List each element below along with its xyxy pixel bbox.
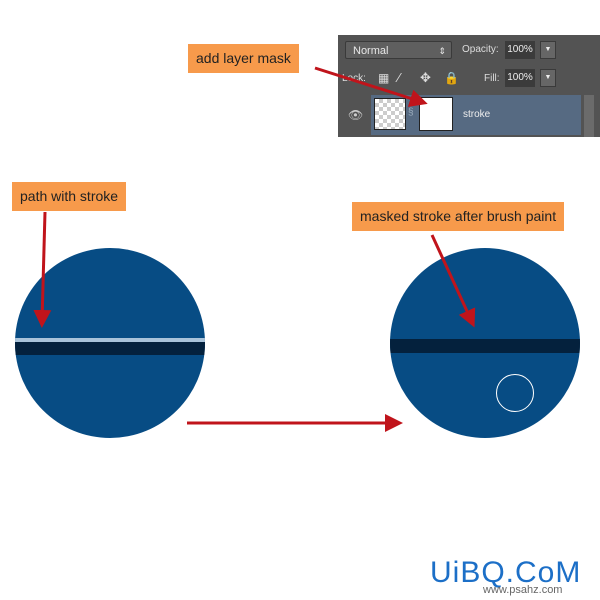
arrows bbox=[33, 66, 476, 432]
arrow-to-masked-stroke bbox=[430, 234, 476, 328]
arrow-to-stroke bbox=[33, 211, 52, 328]
arrow-to-mask bbox=[314, 66, 428, 107]
watermark-url: www.psahz.com bbox=[483, 584, 563, 596]
